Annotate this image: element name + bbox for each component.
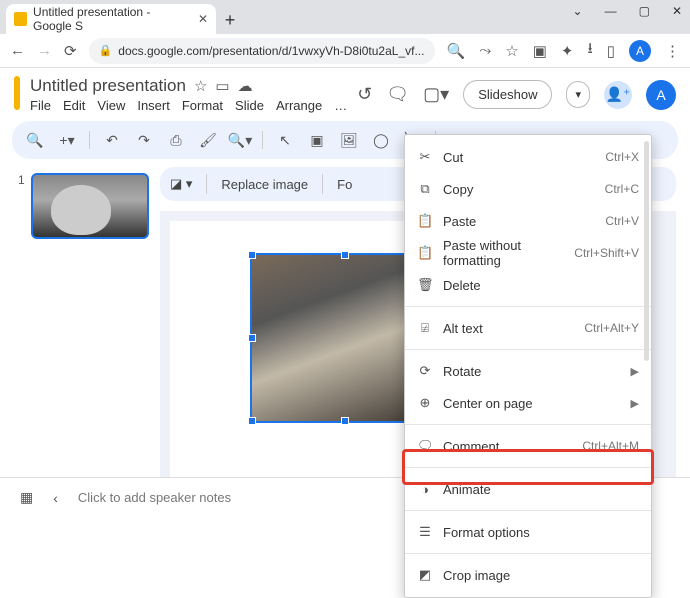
minimize-icon[interactable]: — [605, 4, 617, 18]
lock-icon: 🔒 [99, 44, 113, 57]
resize-handle[interactable] [341, 251, 349, 259]
menu-file[interactable]: File [30, 98, 51, 113]
history-icon[interactable]: ↺ [357, 84, 372, 105]
window-close-icon[interactable]: ✕ [672, 4, 682, 18]
speaker-notes-placeholder[interactable]: Click to add speaker notes [78, 490, 231, 505]
crop-tool-icon[interactable]: ◪ ▾ [170, 176, 192, 192]
doc-title[interactable]: Untitled presentation [30, 76, 186, 96]
format-options-icon: ☰ [417, 524, 433, 540]
resize-handle[interactable] [341, 417, 349, 425]
menu-copy[interactable]: ⧉CopyCtrl+C [405, 173, 651, 205]
address-bar: ← → ⟳ 🔒 docs.google.com/presentation/d/1… [0, 34, 690, 68]
print-icon[interactable]: ⎙ [163, 127, 189, 153]
url-text: docs.google.com/presentation/d/1vwxyVh-D… [118, 44, 424, 58]
cut-icon: ✂ [417, 149, 433, 165]
paint-format-icon[interactable]: 🖌 [195, 127, 221, 153]
menu-view[interactable]: View [97, 98, 125, 113]
thumbnail-panel: 1 [0, 159, 160, 501]
reload-icon[interactable]: ⟳ [64, 42, 77, 60]
close-tab-icon[interactable]: ✕ [198, 12, 208, 26]
app-avatar[interactable]: A [646, 80, 676, 110]
copy-icon: ⧉ [417, 181, 433, 197]
image-icon[interactable]: 🖼 [336, 127, 362, 153]
new-slide-icon[interactable]: +▾ [54, 127, 80, 153]
textbox-icon[interactable]: ▣ [304, 127, 330, 153]
shape-icon[interactable]: ◯ [368, 127, 394, 153]
share-button[interactable]: 👤⁺ [604, 81, 632, 109]
download-icon[interactable]: ⭳ [587, 38, 592, 63]
menu-format[interactable]: Format [182, 98, 223, 113]
menu-paste-without-formatting[interactable]: 📋Paste without formattingCtrl+Shift+V [405, 237, 651, 269]
star-icon[interactable]: ☆ [505, 42, 518, 60]
slides-logo[interactable] [14, 76, 20, 110]
slide-thumbnail-1[interactable] [31, 173, 149, 239]
menu-edit[interactable]: Edit [63, 98, 85, 113]
cast-icon[interactable]: ▣ [533, 42, 547, 60]
menu-alt-text[interactable]: ⍯Alt textCtrl+Alt+Y [405, 312, 651, 344]
menu-crop-image[interactable]: ◩Crop image [405, 559, 651, 591]
format-options-short[interactable]: Fo [337, 177, 352, 192]
menu-delete[interactable]: 🗑Delete [405, 269, 651, 301]
bookmark-icon[interactable]: ▯ [607, 42, 615, 60]
crop-icon: ◩ [417, 567, 433, 583]
chevron-right-icon: ▶ [631, 397, 639, 410]
browser-tab[interactable]: Untitled presentation - Google S ✕ [6, 4, 216, 34]
undo-icon[interactable]: ↶ [99, 127, 125, 153]
menu-insert[interactable]: Insert [137, 98, 170, 113]
app-header: Untitled presentation ☆ ▭ ☁ File Edit Vi… [0, 68, 690, 113]
meet-icon[interactable]: ▢▾ [423, 84, 449, 105]
menu-center-on-page[interactable]: ⊕Center on page▶ [405, 387, 651, 419]
forward-icon: → [37, 42, 52, 59]
caret-down-icon[interactable]: ⌄ [573, 4, 583, 18]
chevron-left-icon[interactable]: ‹ [53, 490, 58, 506]
maximize-icon[interactable]: ▢ [639, 4, 650, 18]
resize-handle[interactable] [248, 251, 256, 259]
menu-cut[interactable]: ✂CutCtrl+X [405, 141, 651, 173]
grid-view-icon[interactable]: ▦ [20, 489, 33, 506]
menu-slide[interactable]: Slide [235, 98, 264, 113]
menu-rotate[interactable]: ⟳Rotate▶ [405, 355, 651, 387]
menu-paste[interactable]: 📋PasteCtrl+V [405, 205, 651, 237]
context-menu: ✂CutCtrl+X ⧉CopyCtrl+C 📋PasteCtrl+V 📋Pas… [404, 134, 652, 598]
slideshow-dropdown[interactable]: ▾ [566, 81, 590, 108]
extensions-icon[interactable]: ✦ [561, 42, 574, 60]
paste-plain-icon: 📋 [417, 245, 433, 261]
menu-format-options[interactable]: ☰Format options [405, 516, 651, 548]
comments-icon[interactable]: 🗨 [386, 84, 409, 105]
tab-title: Untitled presentation - Google S [33, 5, 192, 33]
slideshow-button[interactable]: Slideshow [463, 80, 552, 109]
browser-tab-bar: Untitled presentation - Google S ✕ + ⌄ —… [0, 0, 690, 34]
delete-icon: 🗑 [417, 277, 433, 293]
kebab-menu-icon[interactable]: ⋮ [665, 42, 680, 60]
menu-more[interactable]: … [334, 98, 347, 113]
paste-icon: 📋 [417, 213, 433, 229]
translate-icon[interactable]: ⤳ [479, 42, 491, 59]
format-options-highlight [402, 449, 654, 485]
search-tool-icon[interactable]: 🔍 [22, 127, 48, 153]
alt-text-icon: ⍯ [417, 320, 433, 336]
cloud-status-icon[interactable]: ☁ [238, 77, 253, 95]
center-icon: ⊕ [417, 395, 433, 411]
search-icon[interactable]: 🔍 [447, 42, 466, 60]
move-doc-icon[interactable]: ▭ [215, 77, 229, 95]
rotate-icon: ⟳ [417, 363, 433, 379]
menu-scrollbar[interactable] [644, 141, 649, 361]
url-box[interactable]: 🔒 docs.google.com/presentation/d/1vwxyVh… [89, 38, 435, 64]
chevron-right-icon: ▶ [631, 365, 639, 378]
slides-favicon [14, 12, 27, 26]
thumb-number: 1 [18, 173, 25, 239]
star-doc-icon[interactable]: ☆ [194, 77, 207, 95]
back-icon[interactable]: ← [10, 42, 25, 59]
menu-arrange[interactable]: Arrange [276, 98, 322, 113]
resize-handle[interactable] [248, 417, 256, 425]
menu-bar: File Edit View Insert Format Slide Arran… [30, 98, 347, 113]
browser-avatar[interactable]: A [629, 40, 651, 62]
cursor-tool-icon[interactable]: ↖ [272, 127, 298, 153]
replace-image-button[interactable]: Replace image [221, 177, 308, 192]
redo-icon[interactable]: ↷ [131, 127, 157, 153]
resize-handle[interactable] [248, 334, 256, 342]
new-tab-button[interactable]: + [216, 6, 244, 34]
zoom-icon[interactable]: 🔍▾ [227, 127, 253, 153]
